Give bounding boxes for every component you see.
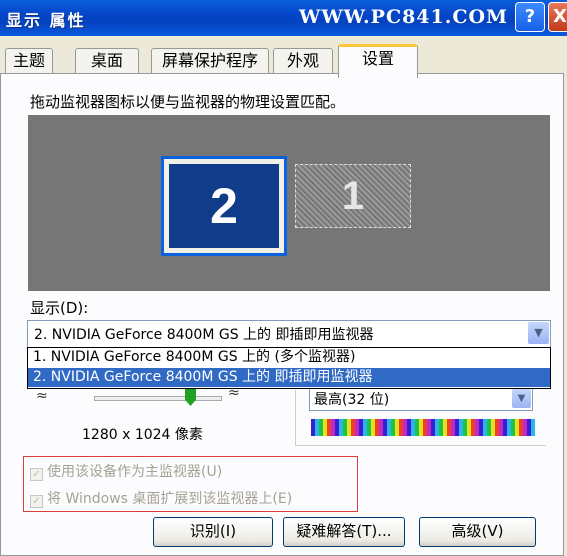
monitor-arrangement-area bbox=[28, 115, 550, 291]
tab-themes[interactable]: 主题 bbox=[5, 48, 53, 74]
chevron-down-icon[interactable]: ▼ bbox=[512, 389, 531, 408]
display-select[interactable]: 2. NVIDIA GeForce 8400M GS 上的 即插即用监视器 ▼ bbox=[27, 320, 551, 348]
display-select-value: 2. NVIDIA GeForce 8400M GS 上的 即插即用监视器 bbox=[34, 327, 374, 343]
color-quality-select[interactable]: 最高(32 位) ▼ bbox=[309, 387, 533, 411]
identify-button[interactable]: 识别(I) bbox=[153, 517, 273, 547]
chevron-down-icon[interactable]: ▼ bbox=[528, 322, 549, 344]
tab-desktop[interactable]: 桌面 bbox=[75, 48, 139, 74]
display-label: 显示(D): bbox=[30, 299, 89, 317]
window-title: 显示 属性 bbox=[6, 11, 86, 30]
tab-screensaver[interactable]: 屏幕保护程序 bbox=[151, 48, 269, 74]
resolution-slider-track[interactable] bbox=[94, 396, 222, 401]
color-preview-bar bbox=[311, 419, 535, 436]
watermark-text: WWW.PC841.COM bbox=[299, 6, 509, 28]
advanced-button[interactable]: 高级(V) bbox=[419, 517, 536, 547]
dropdown-option-2[interactable]: 2. NVIDIA GeForce 8400M GS 上的 即插即用监视器 bbox=[28, 368, 550, 387]
dropdown-option-1[interactable]: 1. NVIDIA GeForce 8400M GS 上的 (多个监视器) bbox=[28, 348, 550, 367]
slider-less-icon: ≈ bbox=[36, 388, 48, 404]
extend-desktop-label: 将 Windows 桌面扩展到该监视器上(E) bbox=[47, 491, 293, 507]
close-button[interactable]: X bbox=[548, 2, 567, 32]
tab-strip: 主题 桌面 屏幕保护程序 外观 设置 bbox=[0, 44, 567, 78]
checkmark-icon: ✓ bbox=[30, 468, 43, 481]
resolution-value: 1280 x 1024 像素 bbox=[82, 427, 203, 443]
display-dropdown-list: 1. NVIDIA GeForce 8400M GS 上的 (多个监视器) 2.… bbox=[27, 347, 551, 389]
title-bar: 显示 属性 WWW.PC841.COM ? X bbox=[0, 0, 567, 36]
primary-monitor-checkbox[interactable]: ✓ 使用该设备作为主监视器(U) bbox=[30, 461, 222, 481]
checkmark-icon: ✓ bbox=[30, 495, 43, 508]
monitor-2-number: 2 bbox=[169, 164, 279, 248]
primary-monitor-label: 使用该设备作为主监视器(U) bbox=[47, 464, 223, 480]
troubleshoot-button[interactable]: 疑难解答(T)... bbox=[283, 517, 405, 547]
tab-appearance[interactable]: 外观 bbox=[273, 48, 333, 74]
color-quality-value: 最高(32 位) bbox=[314, 392, 390, 408]
instruction-text: 拖动监视器图标以便与监视器的物理设置匹配。 bbox=[30, 93, 346, 111]
tab-settings[interactable]: 设置 bbox=[338, 44, 418, 78]
extend-desktop-checkbox[interactable]: ✓ 将 Windows 桌面扩展到该监视器上(E) bbox=[30, 488, 292, 508]
monitor-2-icon[interactable]: 2 bbox=[161, 156, 287, 256]
help-button[interactable]: ? bbox=[515, 2, 545, 32]
monitor-1-icon[interactable]: 1 bbox=[295, 164, 411, 228]
